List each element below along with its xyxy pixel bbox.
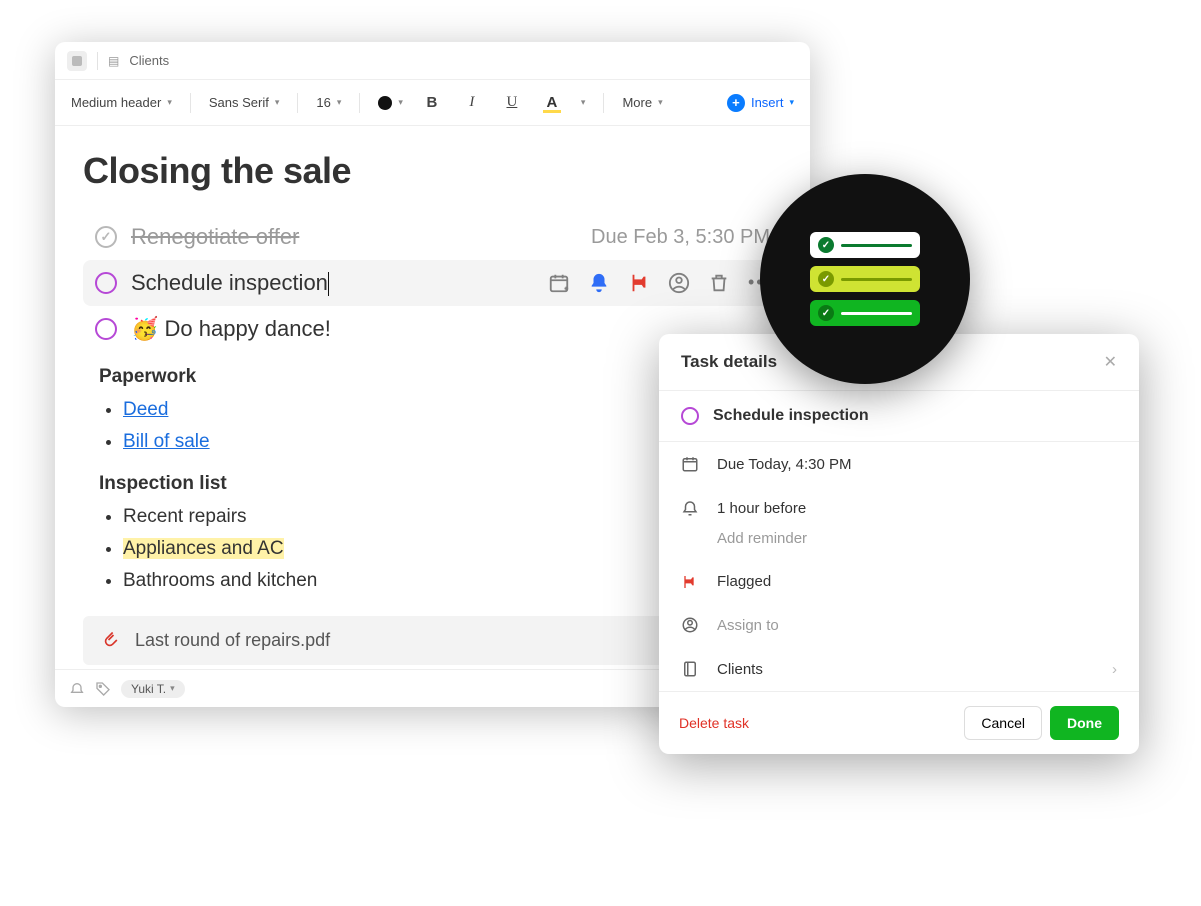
task-due: Due Feb 3, 5:30 PM [591,226,770,249]
chevron-right-icon: › [1112,661,1117,678]
link[interactable]: Deed [123,399,168,420]
delete-task-button[interactable]: Delete task [679,715,749,731]
highlight-dropdown-caret[interactable]: ▾ [581,97,586,108]
text-color-dropdown[interactable]: ▾ [378,96,403,110]
task-action-bar: ••• [548,272,770,294]
assignee-icon [681,616,701,634]
badge-row: ✓ [810,232,920,258]
task-checkbox[interactable] [681,407,699,425]
task-checkbox[interactable] [95,226,117,248]
tag-footer-icon[interactable] [95,681,111,697]
reminder-row[interactable]: 1 hour before [659,486,1139,530]
font-family-dropdown[interactable]: Sans Serif▾ [209,95,280,110]
formatting-toolbar: Medium header▾ Sans Serif▾ 16▾ ▾ B I U A… [55,80,810,126]
assign-row[interactable]: Assign to [659,603,1139,647]
task-label: 🥳 Do happy dance! [131,316,331,342]
task-details-panel: Task details ✕ Schedule inspection Due T… [659,334,1139,754]
add-reminder-row[interactable]: Add reminder [659,530,1139,560]
insert-button[interactable]: + Insert ▾ [727,94,794,112]
flag-icon [681,574,701,590]
link[interactable]: Bill of sale [123,431,210,452]
author-pill[interactable]: Yuki T.▾ [121,680,185,698]
pdf-icon [101,630,121,650]
bell-icon [681,499,701,517]
attachment-name: Last round of repairs.pdf [135,630,330,651]
text-cursor [328,272,329,296]
task-checkbox[interactable] [95,272,117,294]
done-button[interactable]: Done [1050,706,1119,740]
task-label: Schedule inspection [131,270,329,296]
plus-icon: + [727,94,745,112]
task-row[interactable]: Renegotiate offer Due Feb 3, 5:30 PM [83,214,782,260]
task-row[interactable]: Schedule inspection ••• [83,260,782,306]
page-title: Closing the sale [83,150,782,192]
calendar-icon [681,455,701,473]
reminder-footer-icon[interactable] [69,681,85,697]
breadcrumb-bar: ▤ Clients [55,42,810,80]
badge-row: ✓ [810,266,920,292]
due-row[interactable]: Due Today, 4:30 PM [659,442,1139,486]
feature-badge: ✓ ✓ ✓ [760,174,970,384]
more-dropdown[interactable]: More▾ [622,95,662,110]
heading-style-dropdown[interactable]: Medium header▾ [71,95,172,110]
breadcrumb-notebook[interactable]: Clients [129,53,169,68]
underline-button[interactable]: U [501,94,523,111]
bold-button[interactable]: B [421,94,443,111]
panel-footer: Delete task Cancel Done [659,691,1139,754]
divider [97,52,98,70]
trash-icon[interactable] [708,272,730,294]
task-label: Renegotiate offer [131,224,299,250]
bell-icon[interactable] [588,272,610,294]
flag-row[interactable]: Flagged [659,560,1139,603]
panel-task-name-row[interactable]: Schedule inspection [659,391,1139,441]
notebook-row[interactable]: Clients › [659,647,1139,691]
calendar-add-icon[interactable] [548,272,570,294]
font-size-dropdown[interactable]: 16▾ [316,95,341,110]
badge-row: ✓ [810,300,920,326]
panel-task-name: Schedule inspection [713,407,869,425]
italic-button[interactable]: I [461,94,483,111]
flag-icon[interactable] [628,272,650,294]
close-icon[interactable]: ✕ [1104,352,1117,372]
note-icon: ▤ [108,54,119,68]
app-icon[interactable] [67,51,87,71]
cancel-button[interactable]: Cancel [964,706,1042,740]
task-checkbox[interactable] [95,318,117,340]
assignee-icon[interactable] [668,272,690,294]
highlight-button[interactable]: A [541,94,563,111]
notebook-icon [681,660,701,678]
